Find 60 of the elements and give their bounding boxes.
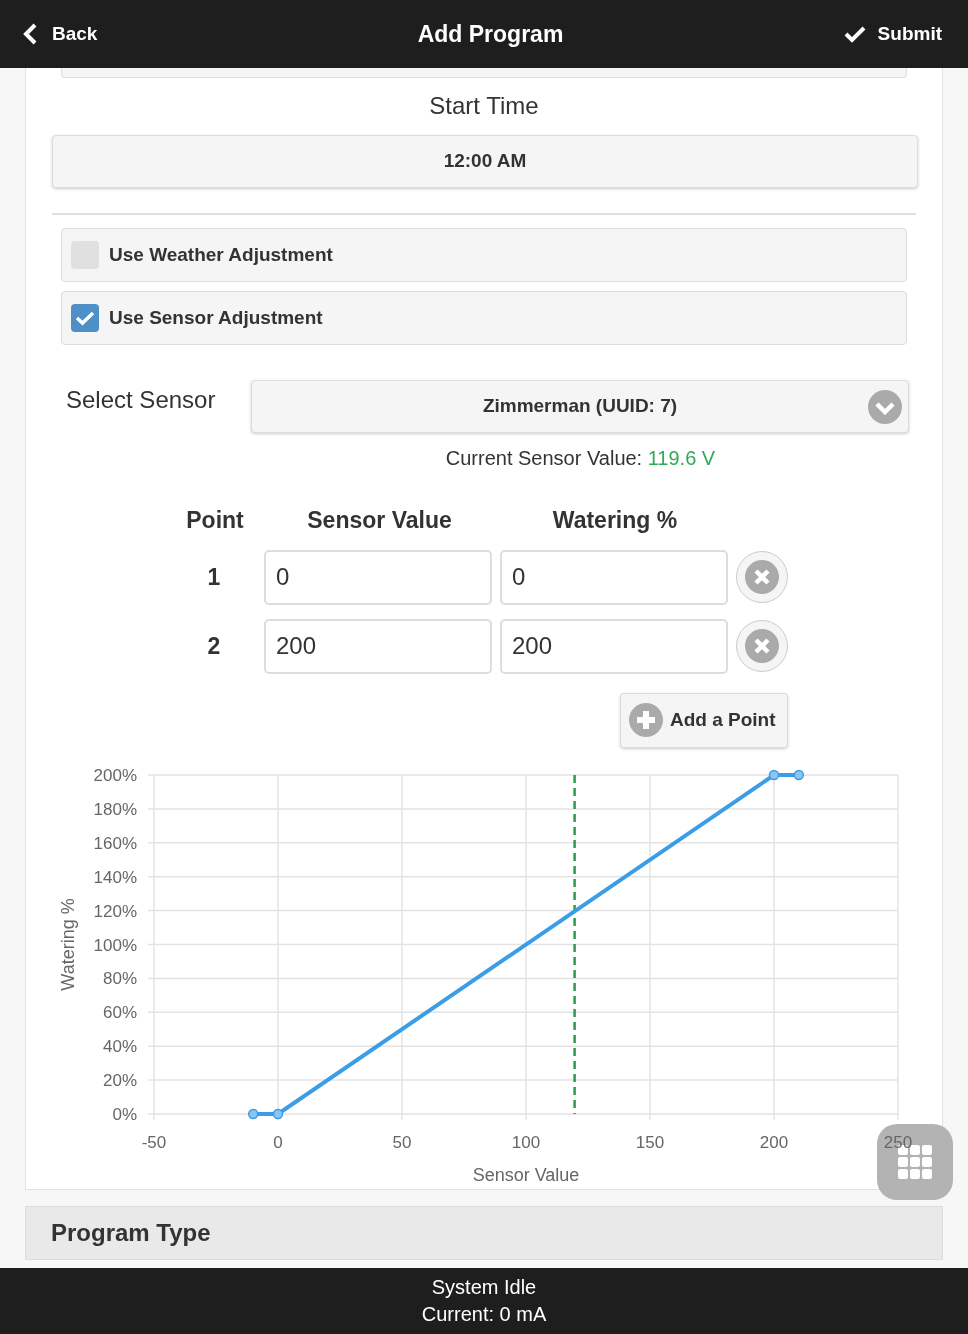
close-icon	[745, 560, 779, 594]
back-icon	[22, 23, 38, 45]
data-point	[247, 1108, 259, 1119]
value-field[interactable]: 0	[264, 549, 492, 605]
checkbox[interactable]	[71, 304, 99, 332]
current-sensor-value: Current Sensor Value: 119.6 V	[445, 446, 716, 471]
chevron-down-icon	[868, 390, 902, 424]
value-field[interactable]: 0	[500, 549, 728, 605]
tick-label: 0	[273, 1132, 283, 1152]
checkbox-row[interactable]: Use Sensor Adjustment	[61, 291, 907, 345]
remove-button[interactable]	[736, 551, 788, 603]
tick-label: 0%	[112, 1104, 137, 1124]
submit-button[interactable]: Submit	[843, 19, 946, 49]
page-title: Add Program	[416, 19, 564, 49]
point-number: 1	[207, 562, 221, 592]
close-icon	[745, 629, 779, 663]
plus-icon	[629, 703, 663, 737]
current-text: Current: 0 mA	[421, 1302, 547, 1327]
remove-button[interactable]	[736, 620, 788, 672]
back-button[interactable]: Back	[22, 19, 98, 49]
column-header: Point	[186, 506, 244, 535]
checkbox-label: Use Weather Adjustment	[109, 242, 333, 267]
sensor-dropdown[interactable]: Zimmerman (UUID: 7)	[251, 380, 909, 433]
tick-label: 60%	[102, 1002, 137, 1022]
data-point	[272, 1108, 284, 1119]
column-header: Sensor Value	[307, 506, 452, 535]
point-number: 2	[207, 631, 221, 661]
tick-label: 140%	[93, 867, 137, 887]
select-sensor-label: Select Sensor	[66, 385, 217, 415]
column-header: Watering %	[552, 506, 678, 535]
data-point	[793, 769, 805, 780]
tick-label: 160%	[93, 833, 137, 853]
check-icon	[75, 310, 95, 326]
tick-label: 40%	[102, 1036, 137, 1056]
data-point	[768, 769, 780, 780]
value-field[interactable]: 200	[500, 618, 728, 674]
status-text: System Idle	[431, 1275, 537, 1300]
tick-label: 180%	[93, 799, 137, 819]
tick-label: -50	[141, 1132, 167, 1152]
checkbox-label: Use Sensor Adjustment	[109, 305, 323, 330]
tick-label: 80%	[102, 968, 137, 988]
tick-label: 250	[883, 1132, 913, 1152]
grid-button[interactable]	[877, 1124, 953, 1200]
axis-title: Watering %	[58, 897, 78, 991]
section-header[interactable]: Program Type	[25, 1206, 943, 1260]
axis-title: Sensor Value	[472, 1164, 580, 1185]
tick-label: 200%	[93, 765, 137, 785]
add-point-button[interactable]: Add a Point	[620, 692, 788, 748]
tick-label: 50	[392, 1132, 412, 1152]
tick-label: 120%	[93, 901, 137, 921]
time-button[interactable]: 12:00 AM	[52, 135, 918, 188]
value-field[interactable]: 200	[264, 618, 492, 674]
start-time-label: Start Time	[429, 91, 539, 121]
tick-label: 100	[511, 1132, 541, 1152]
tick-label: 150	[635, 1132, 665, 1152]
checkbox-row[interactable]: Use Weather Adjustment	[61, 228, 907, 282]
tick-label: 200	[759, 1132, 789, 1152]
check-icon	[843, 25, 866, 43]
tick-label: 20%	[102, 1070, 137, 1090]
tick-label: 100%	[93, 935, 137, 954]
